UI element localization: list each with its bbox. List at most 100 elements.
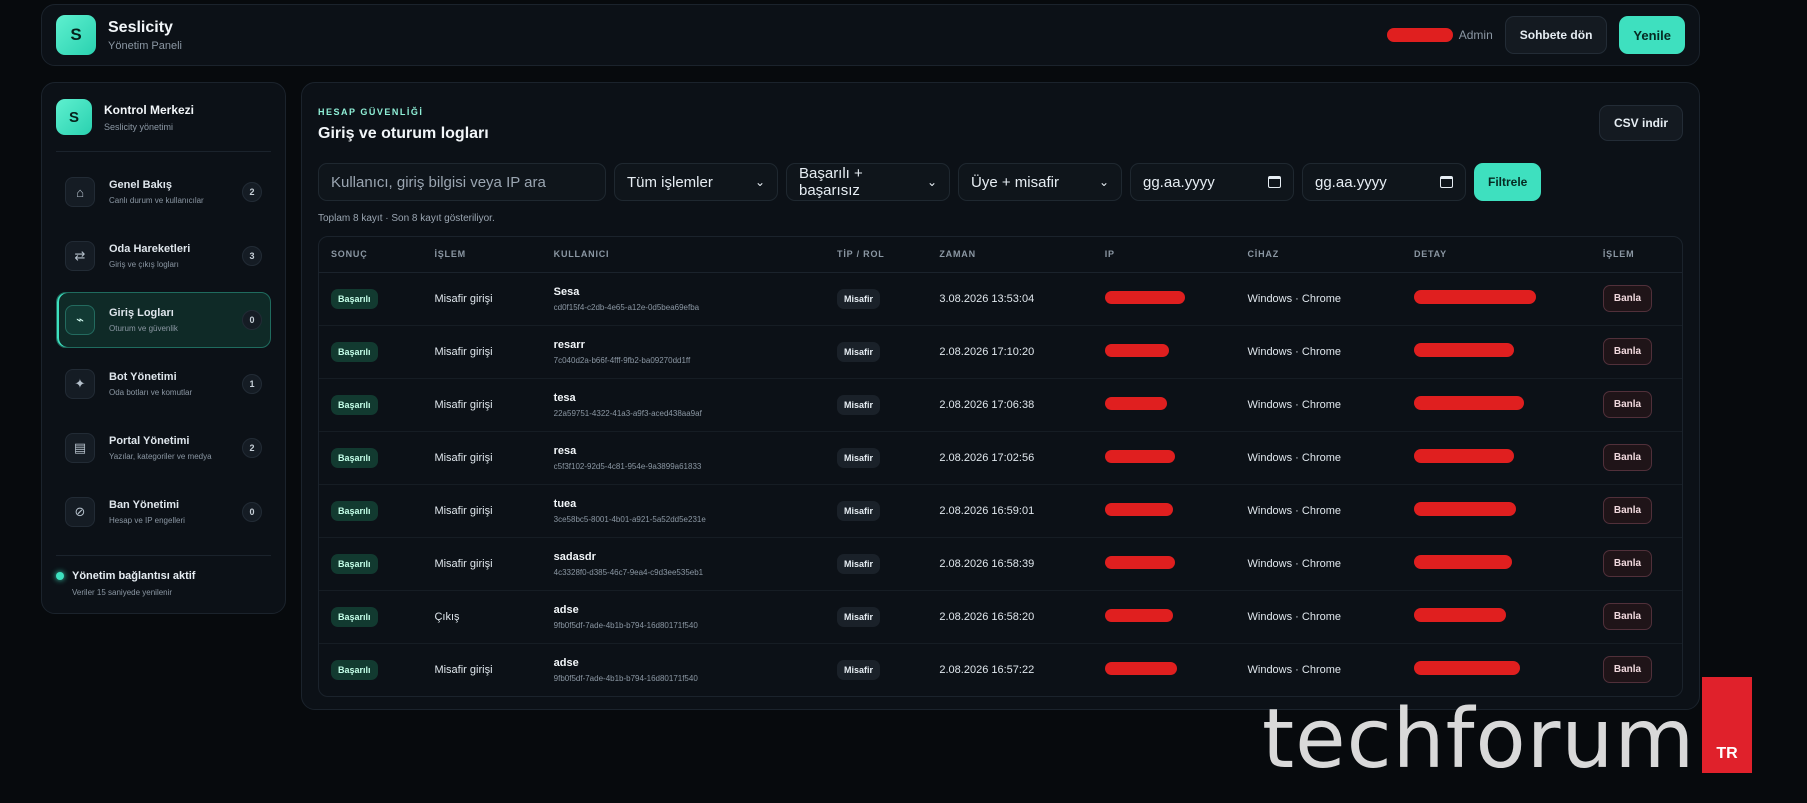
date-to-input[interactable]: gg.aa.yyyy — [1302, 163, 1466, 201]
status-badge: Başarılı — [331, 553, 378, 574]
back-to-chat-button[interactable]: Sohbete dön — [1504, 16, 1608, 54]
document-icon: ▤ — [65, 433, 95, 463]
redacted-detail — [1413, 555, 1512, 569]
redacted-ip — [1104, 343, 1169, 357]
status-badge: Başarılı — [331, 288, 378, 309]
user-id: 9fb0f5df-7ade-4b1b-b794-16d80171f540 — [553, 673, 698, 683]
user-name: adse — [553, 656, 579, 669]
sidebar-item-portal[interactable]: ▤ Portal Yönetimi Yazılar, kategoriler ve… — [56, 420, 271, 476]
calendar-icon[interactable] — [1440, 176, 1453, 188]
device-cell: Windows · Chrome — [1235, 590, 1402, 644]
user-id: cd0f15f4-c2db-4e65-a12e-0d5bea69efba — [553, 302, 700, 312]
redacted-detail — [1413, 502, 1516, 516]
search-input[interactable]: Kullanıcı, giriş bilgisi veya IP ara — [318, 163, 606, 201]
device-cell: Windows · Chrome — [1235, 272, 1402, 326]
time-cell: 2.08.2026 17:10:20 — [927, 325, 1093, 379]
status-badge: Başarılı — [331, 447, 378, 468]
sidebar-item-desc: Hesap ve IP engelleri — [109, 516, 185, 525]
user-name: Sesa — [553, 285, 580, 298]
activity-icon: ⌁ — [65, 305, 95, 335]
techforum-watermark: techforum TR — [1262, 677, 1752, 803]
status-badge: Başarılı — [331, 500, 378, 521]
filter-button[interactable]: Filtrele — [1474, 163, 1542, 201]
col-device: CİHAZ — [1235, 237, 1402, 273]
record-count: Toplam 8 kayıt · Son 8 kayıt gösteriliyo… — [318, 213, 495, 224]
ban-button[interactable]: Banla — [1602, 497, 1653, 524]
sidebar-item-overview[interactable]: ⌂ Genel Bakış Canlı durum ve kullanıcılar… — [56, 164, 271, 220]
sidebar-item-count: 0 — [242, 502, 262, 522]
chevron-down-icon: ⌄ — [754, 175, 765, 189]
ban-button[interactable]: Banla — [1602, 285, 1653, 312]
user-role: Admin — [1458, 28, 1493, 42]
ban-button[interactable]: Banla — [1602, 550, 1653, 577]
action-cell: Misafir girişi — [422, 484, 542, 538]
action-select[interactable]: Tüm işlemler ⌄ — [614, 163, 778, 201]
user-name: tesa — [553, 391, 576, 404]
sidebar-item-desc: Oda botları ve komutlar — [109, 388, 193, 397]
action-cell: Misafir girişi — [422, 378, 542, 432]
table-row: Başarılı Misafir girişi tesa 22a59751-4322-… — [319, 378, 1682, 432]
table-row: Başarılı Misafir girişi tuea 3ce58bc5-8001-… — [319, 484, 1682, 538]
section-eyebrow: HESAP GÜVENLİĞİ — [318, 107, 424, 117]
csv-download-button[interactable]: CSV indir — [1598, 105, 1683, 141]
device-cell: Windows · Chrome — [1235, 378, 1402, 432]
time-cell: 2.08.2026 17:02:56 — [927, 431, 1093, 485]
home-icon: ⌂ — [65, 177, 95, 207]
col-operation: İŞLEM — [1590, 237, 1682, 273]
redacted-ip — [1104, 555, 1175, 569]
col-detail: DETAY — [1401, 237, 1591, 273]
device-cell: Windows · Chrome — [1235, 325, 1402, 379]
ban-button[interactable]: Banla — [1602, 338, 1653, 365]
sidebar-item-room-activity[interactable]: ⇄ Oda Hareketleri Giriş ve çıkış logları … — [56, 228, 271, 284]
redacted-ip — [1104, 608, 1173, 622]
status-badge: Başarılı — [331, 606, 378, 627]
role-badge: Misafir — [837, 288, 881, 309]
sidebar-item-label: Oda Hareketleri — [109, 243, 191, 255]
device-cell: Windows · Chrome — [1235, 431, 1402, 485]
table-row: Başarılı Misafir girişi resa c5f3f102-92d5-… — [319, 431, 1682, 485]
ban-button[interactable]: Banla — [1602, 603, 1653, 630]
table-row: Başarılı Misafir girişi resarr 7c040d2a-b66… — [319, 325, 1682, 379]
time-cell: 3.08.2026 13:53:04 — [927, 272, 1093, 326]
table-row: Başarılı Misafir girişi Sesa cd0f15f4-c2db-… — [319, 272, 1682, 326]
table-row: Başarılı Çıkış adse 9fb0f5df-7ade-4b1b-b794… — [319, 590, 1682, 644]
redacted-detail — [1413, 608, 1506, 622]
action-cell: Çıkış — [422, 590, 542, 644]
time-cell: 2.08.2026 16:57:22 — [939, 663, 1035, 676]
col-user: KULLANICI — [541, 237, 826, 273]
role-select[interactable]: Üye + misafir ⌄ — [958, 163, 1122, 201]
device-cell: Windows · Chrome — [1235, 537, 1402, 591]
status-dot-icon — [56, 572, 64, 580]
connection-status: Yönetim bağlantısı aktif Veriler 15 sani… — [56, 555, 271, 597]
sidebar-item-desc: Oturum ve güvenlik — [109, 324, 178, 333]
sidebar-item-desc: Giriş ve çıkış logları — [109, 260, 179, 269]
date-from-value: gg.aa.yyyy — [1143, 173, 1215, 191]
redacted-ip — [1104, 502, 1173, 516]
calendar-icon[interactable] — [1268, 176, 1281, 188]
ban-button[interactable]: Banla — [1602, 391, 1653, 418]
role-badge: Misafir — [837, 606, 881, 627]
ban-button[interactable]: Banla — [1602, 444, 1653, 471]
app-logo: S — [56, 15, 96, 55]
sidebar-title: Kontrol Merkezi — [104, 102, 195, 117]
sidebar-item-desc: Yazılar, kategoriler ve medya — [109, 452, 212, 461]
role-select-value: Üye + misafir — [971, 173, 1059, 191]
action-cell: Misafir girişi — [434, 663, 493, 676]
sidebar-item-login-logs[interactable]: ⌁ Giriş Logları Oturum ve güvenlik 0 — [56, 292, 271, 348]
time-cell: 2.08.2026 16:59:01 — [927, 484, 1093, 538]
device-cell: Windows · Chrome — [1235, 484, 1402, 538]
flag-country: TR — [1716, 745, 1738, 762]
date-from-input[interactable]: gg.aa.yyyy — [1130, 163, 1294, 201]
sidebar-item-count: 0 — [242, 310, 262, 330]
sidebar-item-bots[interactable]: ✦ Bot Yönetimi Oda botları ve komutlar 1 — [56, 356, 271, 412]
refresh-button[interactable]: Yenile — [1619, 16, 1685, 54]
redacted-detail — [1413, 661, 1520, 676]
sidebar-item-bans[interactable]: ⊘ Ban Yönetimi Hesap ve IP engelleri 0 — [56, 484, 271, 540]
top-bar: S Seslicity Yönetim Paneli Admin Sohbete… — [41, 4, 1700, 66]
sidebar: S Kontrol Merkezi Seslicity yönetimi ⌂ G… — [41, 82, 286, 614]
top-actions: Admin Sohbete dön Yenile — [1386, 16, 1685, 54]
result-select[interactable]: Başarılı + başarısız ⌄ — [786, 163, 950, 201]
col-time: ZAMAN — [927, 237, 1093, 273]
brand: Seslicity Yönetim Paneli — [108, 19, 182, 52]
action-cell: Misafir girişi — [422, 325, 542, 379]
